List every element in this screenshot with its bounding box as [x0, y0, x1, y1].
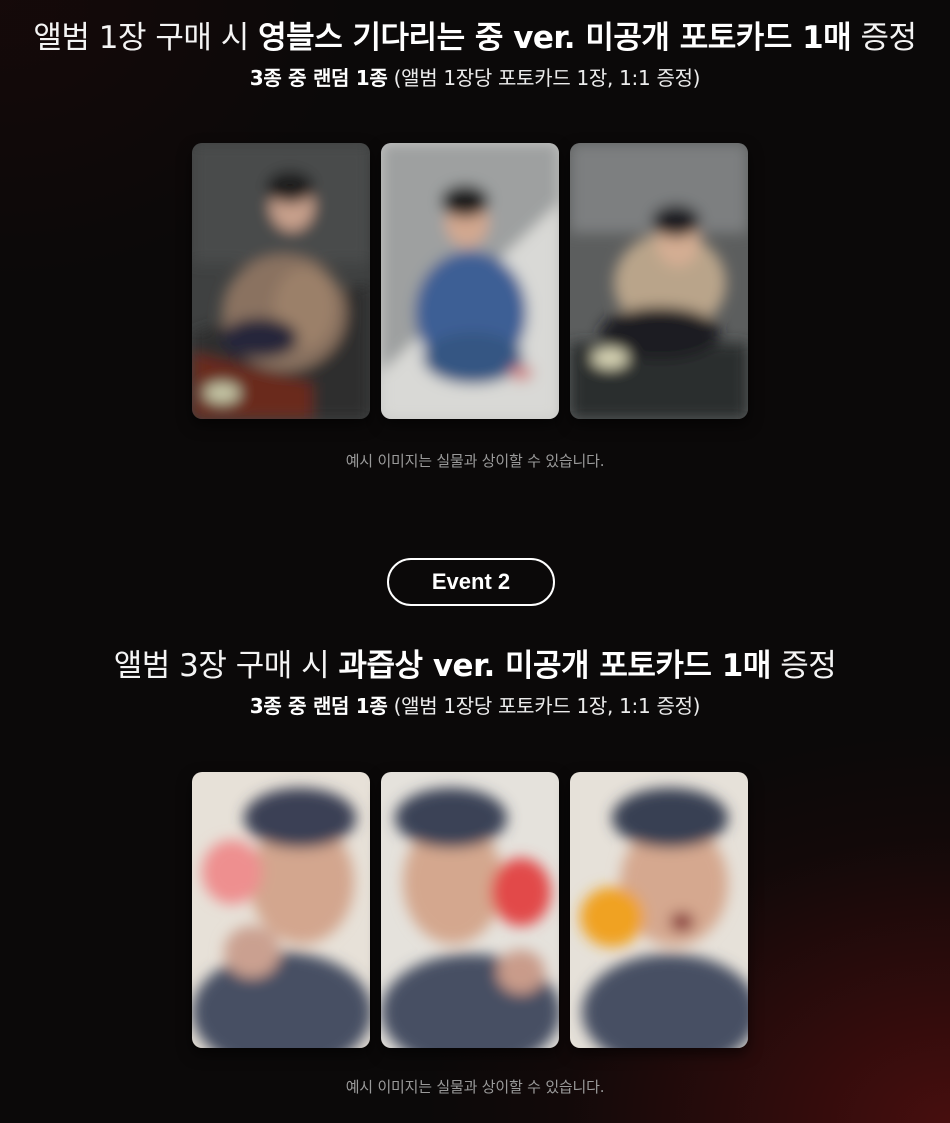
event2-photocard-1 [192, 772, 370, 1048]
event1-subtitle-rest: (앨범 1장당 포토카드 1장, 1:1 증정) [387, 66, 701, 90]
event1-title-suffix: 증정 [851, 20, 918, 56]
event1-title-bold: 영블스 기다리는 중 ver. 미공개 포토카드 1매 [258, 20, 852, 56]
event1-header: 앨범 1장 구매 시 영블스 기다리는 중 ver. 미공개 포토카드 1매 증… [0, 18, 950, 92]
event2-disclaimer: 예시 이미지는 실물과 상이할 수 있습니다. [345, 1078, 605, 1096]
photocard-image [192, 772, 370, 1048]
event2-photocards [192, 772, 752, 1050]
event1-disclaimer: 예시 이미지는 실물과 상이할 수 있습니다. [345, 452, 605, 470]
photocard-image [192, 143, 370, 419]
photocard-image [381, 772, 559, 1048]
event1-photocard-2 [381, 143, 559, 419]
photocard-image [570, 772, 748, 1048]
photocard-image [381, 143, 559, 419]
event1-photocards [192, 143, 752, 421]
event2-title-prefix: 앨범 3장 구매 시 [113, 648, 339, 684]
event1-title: 앨범 1장 구매 시 영블스 기다리는 중 ver. 미공개 포토카드 1매 증… [0, 18, 950, 58]
event2-subtitle-rest: (앨범 1장당 포토카드 1장, 1:1 증정) [387, 694, 701, 718]
event2-badge: Event 2 [387, 558, 555, 606]
event1-photocard-3 [570, 143, 748, 419]
event1-subtitle-bold: 3종 중 랜덤 1종 [249, 66, 388, 90]
event2-title-bold: 과즙상 ver. 미공개 포토카드 1매 [338, 648, 772, 684]
event2-photocard-2 [381, 772, 559, 1048]
event2-photocard-3 [570, 772, 748, 1048]
photocard-image [570, 143, 748, 419]
event2-header: 앨범 3장 구매 시 과즙상 ver. 미공개 포토카드 1매 증정 3종 중 … [0, 646, 950, 720]
event1-subtitle: 3종 중 랜덤 1종 (앨범 1장당 포토카드 1장, 1:1 증정) [0, 64, 950, 92]
event2-title: 앨범 3장 구매 시 과즙상 ver. 미공개 포토카드 1매 증정 [0, 646, 950, 686]
event2-subtitle: 3종 중 랜덤 1종 (앨범 1장당 포토카드 1장, 1:1 증정) [0, 692, 950, 720]
event2-title-suffix: 증정 [770, 648, 837, 684]
event2-subtitle-bold: 3종 중 랜덤 1종 [249, 694, 388, 718]
event1-photocard-1 [192, 143, 370, 419]
event1-title-prefix: 앨범 1장 구매 시 [33, 20, 259, 56]
